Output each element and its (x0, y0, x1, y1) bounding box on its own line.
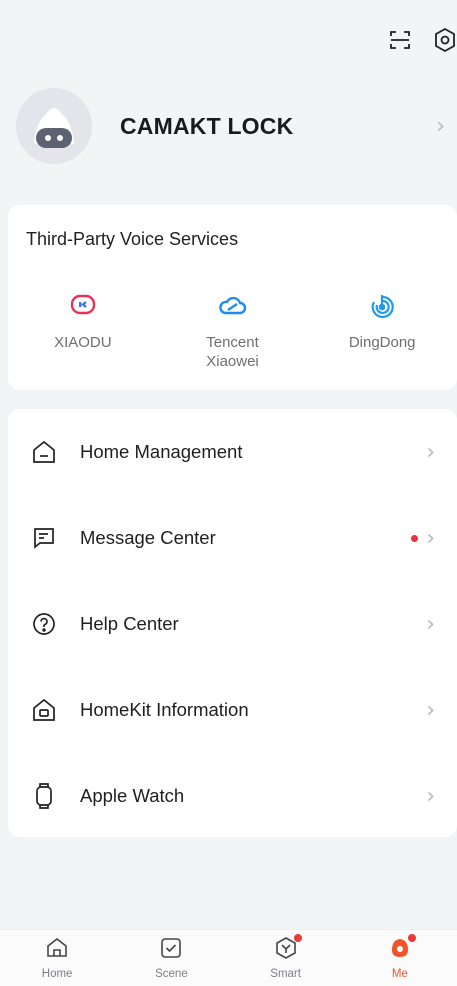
chevron-right-icon: › (426, 697, 435, 723)
tab-home[interactable]: Home (0, 930, 114, 986)
settings-icon[interactable] (433, 27, 457, 53)
menu-item-label: Apple Watch (80, 785, 185, 806)
scan-icon[interactable] (389, 29, 411, 51)
homekit-icon (30, 696, 58, 724)
chevron-right-icon: › (426, 525, 435, 551)
tab-smart[interactable]: Smart (229, 930, 343, 986)
menu-item-message-center[interactable]: Message Center › (8, 495, 457, 581)
tab-me[interactable]: Me (343, 930, 457, 986)
menu-item-label: Home Management (80, 441, 243, 462)
tab-label: Smart (270, 968, 301, 980)
unread-dot (411, 534, 419, 542)
scene-tab-icon (159, 936, 183, 965)
dingdong-icon (307, 293, 457, 323)
tab-scene[interactable]: Scene (114, 930, 228, 986)
voice-service-tencent[interactable]: Tencent Xiaowei (158, 293, 308, 371)
chevron-right-icon: › (436, 113, 445, 139)
voice-services-card: Third-Party Voice Services XIAODU Tencen… (8, 205, 457, 390)
message-icon (30, 524, 58, 552)
chevron-right-icon: › (426, 783, 435, 809)
voice-service-label: XIAODU (54, 334, 112, 351)
xiaodu-icon (8, 293, 158, 323)
profile-row[interactable]: CAMAKT LOCK › (16, 86, 445, 166)
tab-label: Home (41, 968, 73, 980)
me-badge (407, 934, 416, 942)
menu-item-label: Help Center (80, 613, 179, 634)
top-toolbar (389, 22, 457, 58)
profile-name: CAMAKT LOCK (120, 112, 294, 139)
menu-item-label: Message Center (80, 527, 216, 548)
me-tab-icon (388, 934, 416, 965)
menu-item-help-center[interactable]: Help Center › (8, 581, 457, 667)
menu-item-label: HomeKit Information (80, 699, 249, 720)
watch-icon (30, 782, 58, 810)
voice-services-title: Third-Party Voice Services (26, 229, 239, 249)
chevron-right-icon: › (426, 439, 435, 465)
voice-service-dingdong[interactable]: DingDong (307, 293, 457, 371)
voice-services-list: XIAODU Tencent Xiaowei DingDong (8, 293, 457, 371)
menu-card: Home Management › Message Center › Help … (8, 409, 457, 837)
help-icon (30, 610, 58, 638)
smart-tab-icon (274, 934, 302, 965)
smart-badge (293, 934, 302, 942)
tab-label: Me (391, 968, 408, 980)
avatar (16, 88, 92, 164)
voice-service-label: Tencent Xiaowei (206, 334, 259, 370)
home-outline-icon (30, 438, 58, 466)
bottom-tab-bar: Home Scene Smart Me (0, 929, 457, 986)
home-tab-icon (45, 936, 69, 965)
tencent-cloud-icon (158, 293, 308, 323)
tab-label: Scene (155, 968, 188, 980)
menu-item-apple-watch[interactable]: Apple Watch › (8, 753, 457, 839)
voice-service-xiaodu[interactable]: XIAODU (8, 293, 158, 371)
chevron-right-icon: › (426, 611, 435, 637)
menu-item-homekit-information[interactable]: HomeKit Information › (8, 667, 457, 753)
voice-service-label: DingDong (348, 334, 416, 351)
menu-item-home-management[interactable]: Home Management › (8, 409, 457, 495)
